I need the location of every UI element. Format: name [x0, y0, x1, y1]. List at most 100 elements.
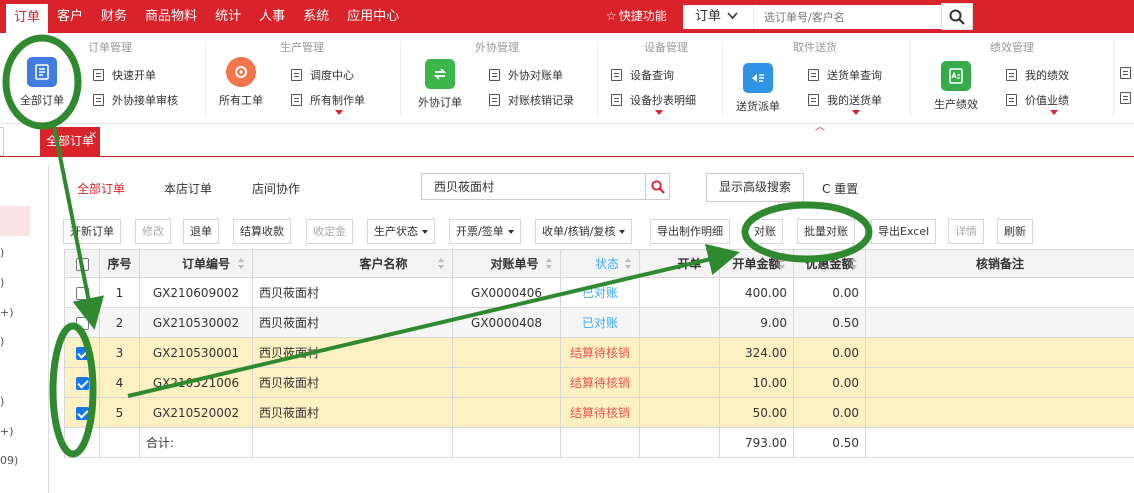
details-button[interactable]: 详情 [948, 219, 984, 244]
top-search-input[interactable] [753, 5, 941, 29]
value-performance-button[interactable]: 价值业绩 [1006, 92, 1069, 108]
table-row[interactable]: 3 GX210530001 西贝莜面村 结算待核销 324.00 0.00 [64, 337, 1134, 368]
row-checkbox[interactable] [64, 277, 100, 308]
sidebar-item[interactable]: ) [0, 276, 4, 289]
reconcile-records-button[interactable]: 对账核销记录 [489, 92, 574, 108]
dropdown-caret-icon[interactable] [852, 110, 860, 115]
all-work-orders-button[interactable]: 所有工单 [219, 57, 263, 108]
advanced-search-button[interactable]: 显示高级搜索 [706, 173, 804, 202]
quick-functions[interactable]: ☆ 快捷功能 [606, 0, 667, 33]
refresh-button[interactable]: 刷新 [997, 219, 1033, 244]
search-type-select[interactable]: 订单 [683, 5, 753, 29]
sort-icon[interactable] [546, 258, 552, 270]
menu-item-customers[interactable]: 客户 [48, 0, 92, 33]
table-total-row: 合计: 793.00 0.50 [64, 427, 1134, 458]
column-header-amount[interactable]: 开单金额 [719, 249, 794, 278]
column-header-customer[interactable]: 客户名称 [252, 249, 453, 278]
sort-icon[interactable] [779, 258, 785, 270]
delivery-query-button[interactable]: 送货单查询 [808, 67, 882, 83]
group-divider [1113, 41, 1114, 117]
quick-order-button[interactable]: 快速开单 [93, 67, 156, 83]
new-order-button[interactable]: 开新订单 [63, 219, 121, 244]
cancel-order-button[interactable]: 退单 [183, 219, 219, 244]
sidebar-item[interactable]: +) [0, 306, 14, 319]
outsource-orders-button[interactable]: 外协订单 [418, 59, 462, 110]
menu-item-system[interactable]: 系统 [294, 0, 338, 33]
top-search-button[interactable] [941, 3, 973, 30]
reconcile-button[interactable]: 对账 [747, 219, 783, 244]
sort-icon[interactable] [851, 258, 857, 270]
delivery-icon [743, 63, 773, 93]
row-checkbox[interactable] [64, 307, 100, 338]
refresh-icon: C [822, 182, 835, 196]
receive-deposit-button[interactable]: 收定金 [306, 219, 353, 244]
table-row[interactable]: 5 GX210520002 西贝莜面村 结算待核销 50.00 0.00 [64, 397, 1134, 428]
table-row[interactable]: 4 GX210521006 西贝莜面村 结算待核销 10.00 0.00 [64, 367, 1134, 398]
settle-payment-button[interactable]: 结算收款 [233, 219, 291, 244]
customer-search-input[interactable] [421, 173, 646, 200]
production-status-dropdown[interactable]: 生产状态 [367, 219, 435, 244]
statement-number [452, 337, 561, 368]
sidebar-item[interactable]: ) [0, 395, 4, 408]
my-performance-button[interactable]: 我的绩效 [1006, 67, 1069, 83]
menu-item-hr[interactable]: 人事 [250, 0, 294, 33]
row-index: 2 [99, 307, 140, 338]
meter-reading-button[interactable]: 设备抄表明细 [611, 92, 696, 108]
sidebar-item[interactable]: ) [0, 246, 4, 259]
tab-store-orders[interactable]: 本店订单 [164, 180, 212, 197]
tab-inter-store[interactable]: 店间协作 [252, 180, 300, 197]
sidebar-item[interactable]: 09) [0, 454, 18, 467]
dropdown-caret-icon[interactable] [335, 110, 343, 115]
reset-button[interactable]: C 重置 [822, 180, 858, 197]
document-icon [93, 69, 104, 81]
tab-all-orders-scope[interactable]: 全部订单 [77, 180, 125, 197]
menu-item-stats[interactable]: 统计 [206, 0, 250, 33]
batch-reconcile-button[interactable]: 批量对账 [797, 219, 855, 244]
menu-item-goods[interactable]: 商品物料 [136, 0, 206, 33]
tab-scroll-left[interactable] [0, 127, 4, 156]
sort-icon[interactable] [438, 258, 444, 270]
production-performance-button[interactable]: 生产绩效 [934, 61, 978, 112]
edit-button[interactable]: 修改 [135, 219, 171, 244]
menu-item-app-center[interactable]: 应用中心 [338, 0, 408, 33]
column-header-statement-no[interactable]: 对账单号 [452, 249, 561, 278]
menu-item-orders[interactable]: 订单 [6, 4, 49, 33]
all-orders-button[interactable]: 全部订单 [20, 57, 64, 108]
quick-functions-label: 快捷功能 [618, 9, 667, 23]
my-deliveries-button[interactable]: 我的送货单 [808, 92, 882, 108]
row-checkbox[interactable] [64, 397, 100, 428]
export-details-button[interactable]: 导出制作明细 [650, 219, 730, 244]
row-checkbox[interactable] [64, 337, 100, 368]
close-icon[interactable]: × [88, 128, 97, 141]
order-date-cell [639, 397, 720, 428]
row-checkbox[interactable] [64, 367, 100, 398]
sidebar-item[interactable]: ) [0, 335, 4, 348]
column-header-verify-note[interactable]: 核销备注 [865, 249, 1134, 278]
dropdown-caret-icon[interactable] [655, 110, 663, 115]
column-header-order-no[interactable]: 订单编号 [139, 249, 253, 278]
outsource-review-button[interactable]: 外协接单审核 [93, 92, 178, 108]
table-row[interactable]: 1 GX210609002 西贝莜面村 GX0000406 已对账 400.00… [64, 277, 1134, 308]
row-index: 1 [99, 277, 140, 308]
sidebar-selected-item[interactable] [0, 206, 30, 236]
receipt-verify-dropdown[interactable]: 收单/核销/复核 [535, 219, 633, 244]
select-all-checkbox[interactable] [64, 249, 100, 278]
table-row[interactable]: 2 GX210530002 西贝莜面村 GX0000408 已对账 9.00 0… [64, 307, 1134, 338]
column-header-order-date[interactable]: 开单 [639, 249, 720, 278]
dropdown-caret-icon[interactable] [1050, 110, 1058, 115]
invoice-sign-dropdown[interactable]: 开票/签单 [449, 219, 521, 244]
export-excel-button[interactable]: 导出Excel [871, 219, 937, 244]
sidebar-item[interactable]: +) [0, 425, 14, 438]
column-header-discount[interactable]: 优惠金额 [793, 249, 866, 278]
dispatch-center-button[interactable]: 调度中心 [291, 67, 354, 83]
column-header-status[interactable]: 状态 [560, 249, 640, 278]
menu-item-finance[interactable]: 财务 [92, 0, 136, 33]
outsource-statement-button[interactable]: 外协对账单 [489, 67, 563, 83]
equipment-query-button[interactable]: 设备查询 [611, 67, 674, 83]
filter-search-button[interactable] [645, 173, 670, 200]
sort-icon[interactable] [238, 258, 244, 270]
all-production-orders-button[interactable]: 所有制作单 [291, 92, 365, 108]
dispatch-delivery-button[interactable]: 送货派单 [736, 63, 780, 114]
column-header-index[interactable]: 序号 [99, 249, 140, 278]
sort-icon[interactable] [625, 258, 631, 270]
